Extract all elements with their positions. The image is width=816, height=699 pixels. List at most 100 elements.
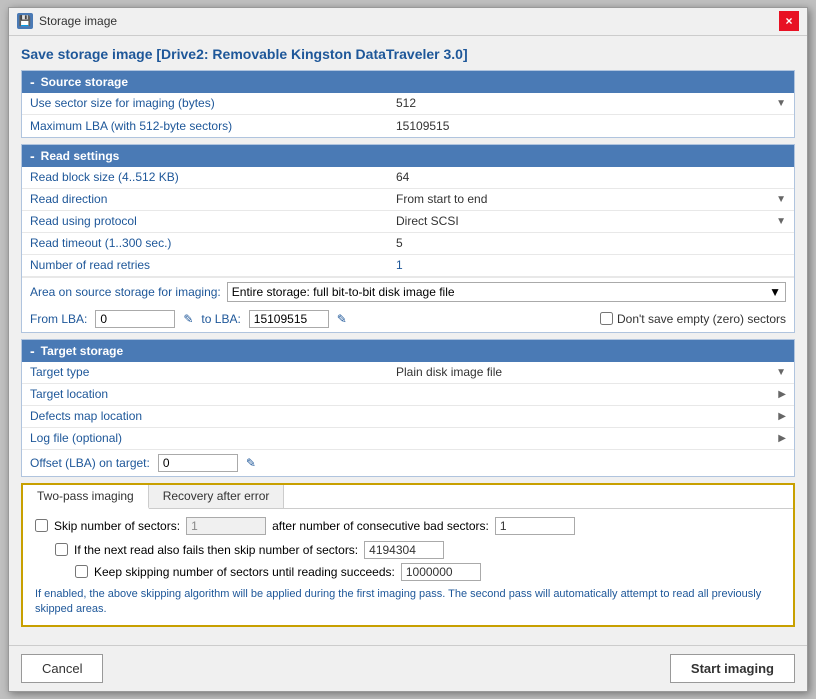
skip-label: Skip number of sectors: xyxy=(54,519,180,533)
source-storage-body: Use sector size for imaging (bytes) 512 … xyxy=(22,93,794,137)
after-label: after number of consecutive bad sectors: xyxy=(272,519,489,533)
target-dropdown-arrow-0[interactable]: ▼ xyxy=(772,367,790,378)
target-label-0: Target type xyxy=(22,362,392,382)
read-label-1: Read direction xyxy=(22,189,392,209)
after-value-input[interactable] xyxy=(495,517,575,535)
cancel-button[interactable]: Cancel xyxy=(21,654,103,683)
dont-save-label[interactable]: Don't save empty (zero) sectors xyxy=(600,312,786,326)
read-value-3: 5 xyxy=(392,233,794,253)
from-lba-edit-icon[interactable]: ✎ xyxy=(183,312,193,326)
app-icon-symbol: 💾 xyxy=(19,16,31,27)
window-content: Save storage image [Drive2: Removable Ki… xyxy=(9,36,807,646)
target-row-0: Target type Plain disk image file ▼ xyxy=(22,362,794,384)
collapse-icon[interactable]: - xyxy=(30,74,35,90)
read-value-4: 1 xyxy=(392,255,794,275)
skip-value-input[interactable] xyxy=(186,517,266,535)
source-value-1: 15109515 xyxy=(392,116,794,136)
offset-edit-icon[interactable]: ✎ xyxy=(246,456,256,470)
tab-two-pass[interactable]: Two-pass imaging xyxy=(23,485,149,509)
next-read-checkbox[interactable] xyxy=(55,543,68,556)
source-value-text-1: 15109515 xyxy=(396,119,790,133)
next-read-row: If the next read also fails then skip nu… xyxy=(55,541,781,559)
read-label-3: Read timeout (1..300 sec.) xyxy=(22,233,392,253)
dropdown-arrow-0[interactable]: ▼ xyxy=(772,98,790,109)
read-settings-body: Read block size (4..512 KB) 64 Read dire… xyxy=(22,167,794,332)
read-settings-header: - Read settings xyxy=(22,145,794,167)
start-imaging-button[interactable]: Start imaging xyxy=(670,654,795,683)
title-bar-left: 💾 Storage image xyxy=(17,13,117,29)
target-value-3: ▶ xyxy=(392,430,794,447)
target-expand-arrow-1[interactable]: ▶ xyxy=(774,389,790,400)
close-button[interactable]: × xyxy=(779,11,799,31)
target-row-1: Target location ▶ xyxy=(22,384,794,406)
to-lba-label: to LBA: xyxy=(201,312,240,326)
source-storage-label: Source storage xyxy=(41,75,128,89)
area-dropdown-arrow: ▼ xyxy=(769,285,781,299)
target-label-1: Target location xyxy=(22,384,392,404)
keep-skipping-input[interactable] xyxy=(401,563,481,581)
read-value-text-4: 1 xyxy=(396,258,790,272)
target-expand-arrow-2[interactable]: ▶ xyxy=(774,411,790,422)
offset-row: Offset (LBA) on target: ✎ xyxy=(22,450,794,476)
read-value-text-0: 64 xyxy=(396,170,790,184)
source-storage-section: - Source storage Use sector size for ima… xyxy=(21,70,795,138)
read-value-2: Direct SCSI ▼ xyxy=(392,211,794,231)
read-row-1: Read direction From start to end ▼ xyxy=(22,189,794,211)
source-row-1: Maximum LBA (with 512-byte sectors) 1510… xyxy=(22,115,794,137)
target-expand-arrow-3[interactable]: ▶ xyxy=(774,433,790,444)
read-value-0: 64 xyxy=(392,167,794,187)
read-value-1: From start to end ▼ xyxy=(392,189,794,209)
main-window: 💾 Storage image × Save storage image [Dr… xyxy=(8,7,808,693)
source-value-text-0: 512 xyxy=(396,96,772,110)
source-label-1: Maximum LBA (with 512-byte sectors) xyxy=(22,116,392,136)
target-storage-section: - Target storage Target type Plain disk … xyxy=(21,339,795,477)
keep-skipping-row: Keep skipping number of sectors until re… xyxy=(75,563,781,581)
read-label-4: Number of read retries xyxy=(22,255,392,275)
dropdown-arrow-1[interactable]: ▼ xyxy=(772,194,790,205)
read-value-text-2: Direct SCSI xyxy=(396,214,772,228)
target-storage-label: Target storage xyxy=(41,344,123,358)
read-row-4: Number of read retries 1 xyxy=(22,255,794,277)
read-settings-section: - Read settings Read block size (4..512 … xyxy=(21,144,795,333)
keep-skipping-checkbox[interactable] xyxy=(75,565,88,578)
footer: Cancel Start imaging xyxy=(9,645,807,691)
target-value-0: Plain disk image file ▼ xyxy=(392,362,794,382)
area-dropdown[interactable]: Entire storage: full bit-to-bit disk ima… xyxy=(227,282,786,302)
tab-recovery[interactable]: Recovery after error xyxy=(149,485,285,508)
dont-save-checkbox[interactable] xyxy=(600,312,613,325)
from-lba-label: From LBA: xyxy=(30,312,87,326)
area-row: Area on source storage for imaging: Enti… xyxy=(22,277,794,306)
dropdown-arrow-2[interactable]: ▼ xyxy=(772,216,790,227)
title-bar: 💾 Storage image × xyxy=(9,8,807,36)
offset-input[interactable] xyxy=(158,454,238,472)
target-value-text-0: Plain disk image file xyxy=(396,365,502,379)
tabs-content: Skip number of sectors: after number of … xyxy=(23,509,793,626)
collapse-read-icon[interactable]: - xyxy=(30,148,35,164)
area-label: Area on source storage for imaging: xyxy=(30,285,221,299)
read-label-2: Read using protocol xyxy=(22,211,392,231)
read-row-0: Read block size (4..512 KB) 64 xyxy=(22,167,794,189)
read-row-2: Read using protocol Direct SCSI ▼ xyxy=(22,211,794,233)
tabs-header: Two-pass imaging Recovery after error xyxy=(23,485,793,509)
skip-row: Skip number of sectors: after number of … xyxy=(35,517,781,535)
source-label-0: Use sector size for imaging (bytes) xyxy=(22,93,392,113)
collapse-target-icon[interactable]: - xyxy=(30,343,35,359)
to-lba-input[interactable] xyxy=(249,310,329,328)
target-value-2: ▶ xyxy=(392,408,794,425)
skip-checkbox[interactable] xyxy=(35,519,48,532)
target-storage-header: - Target storage xyxy=(22,340,794,362)
keep-skipping-label: Keep skipping number of sectors until re… xyxy=(94,565,395,579)
next-read-label: If the next read also fails then skip nu… xyxy=(74,543,358,557)
read-label-0: Read block size (4..512 KB) xyxy=(22,167,392,187)
target-storage-body: Target type Plain disk image file ▼ Targ… xyxy=(22,362,794,476)
source-row-0: Use sector size for imaging (bytes) 512 … xyxy=(22,93,794,115)
next-read-input[interactable] xyxy=(364,541,444,559)
read-value-text-1: From start to end xyxy=(396,192,772,206)
dont-save-text: Don't save empty (zero) sectors xyxy=(617,312,786,326)
from-lba-input[interactable] xyxy=(95,310,175,328)
offset-label: Offset (LBA) on target: xyxy=(30,456,150,470)
read-value-text-3: 5 xyxy=(396,236,790,250)
info-text: If enabled, the above skipping algorithm… xyxy=(35,587,781,618)
to-lba-edit-icon[interactable]: ✎ xyxy=(337,312,347,326)
source-storage-header: - Source storage xyxy=(22,71,794,93)
